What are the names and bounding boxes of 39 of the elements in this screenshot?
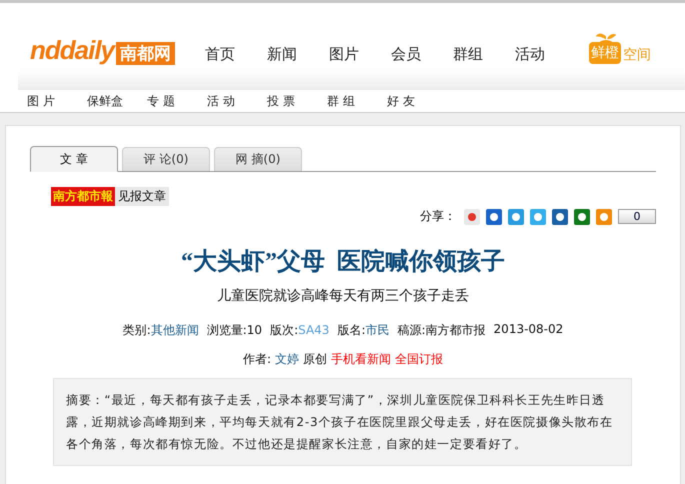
nav-link[interactable]: 群组: [453, 45, 516, 64]
subnav-link[interactable]: 好 友: [387, 92, 447, 110]
article-summary: 摘要：“最近，每天都有孩子走丢，记录本都要写满了”，深圳儿童医院保卫科科长王先生昨日透露，近期就诊高峰期到来，平均每天就有2-3个孩子在医院里跟父母走丢，好在医院摄像头散布在各个角落，每次都有惊无险。不过他还是提醒家长注意，自家的娃一定要看好了。: [53, 378, 632, 466]
author-link[interactable]: 手机看新闻: [331, 351, 392, 368]
meta-label: 稿源:: [398, 323, 426, 337]
author-label: 作者:: [242, 351, 272, 368]
meta-value[interactable]: 其他新闻: [150, 323, 199, 337]
publish-date: 2013-08-02: [494, 322, 564, 338]
meta-label: 版名:: [337, 323, 366, 337]
subnav-link[interactable]: 投 票: [267, 92, 327, 110]
meta-value[interactable]: 市民: [366, 323, 390, 337]
nav-link[interactable]: 活动: [515, 45, 578, 64]
tab[interactable]: 文 章: [30, 146, 118, 172]
tab[interactable]: 评 论(0): [122, 147, 210, 171]
subnav-link[interactable]: 保鲜盒: [87, 92, 147, 110]
meta-label: 类别:: [122, 323, 151, 337]
share-label: 分享：: [420, 208, 456, 225]
meta-value: 10: [246, 323, 262, 337]
newspaper-logo: 南方都市報: [51, 187, 115, 206]
nav-link[interactable]: 新闻: [267, 45, 330, 64]
article-title: “大头虾”父母 医院喊你领孩子: [180, 247, 506, 277]
author-link[interactable]: 文婷: [275, 351, 300, 368]
meta-label: 版次:: [270, 323, 298, 337]
nav-link[interactable]: 会员: [391, 45, 454, 64]
nav-link[interactable]: 首页: [205, 45, 268, 64]
subnav-link[interactable]: 群 组: [327, 92, 387, 110]
nav-link[interactable]: 图片: [329, 45, 392, 64]
subnav-link[interactable]: 图 片: [27, 92, 87, 110]
subnav-link[interactable]: 专 题: [147, 92, 207, 110]
author-link[interactable]: 全国订报: [395, 351, 444, 368]
share-count: 0: [618, 209, 656, 224]
author-note: 原创: [303, 351, 328, 368]
paper-label: 见报文章: [115, 187, 169, 206]
meta-value: 南方都市报: [426, 323, 486, 337]
article-subtitle: 儿童医院就诊高峰每天有两三个孩子走丢: [216, 287, 470, 305]
meta-label: 浏览量:: [206, 323, 247, 337]
subnav-link[interactable]: 活 动: [207, 92, 267, 110]
tab[interactable]: 网 摘(0): [214, 147, 302, 171]
meta-value: SA43: [298, 323, 330, 337]
